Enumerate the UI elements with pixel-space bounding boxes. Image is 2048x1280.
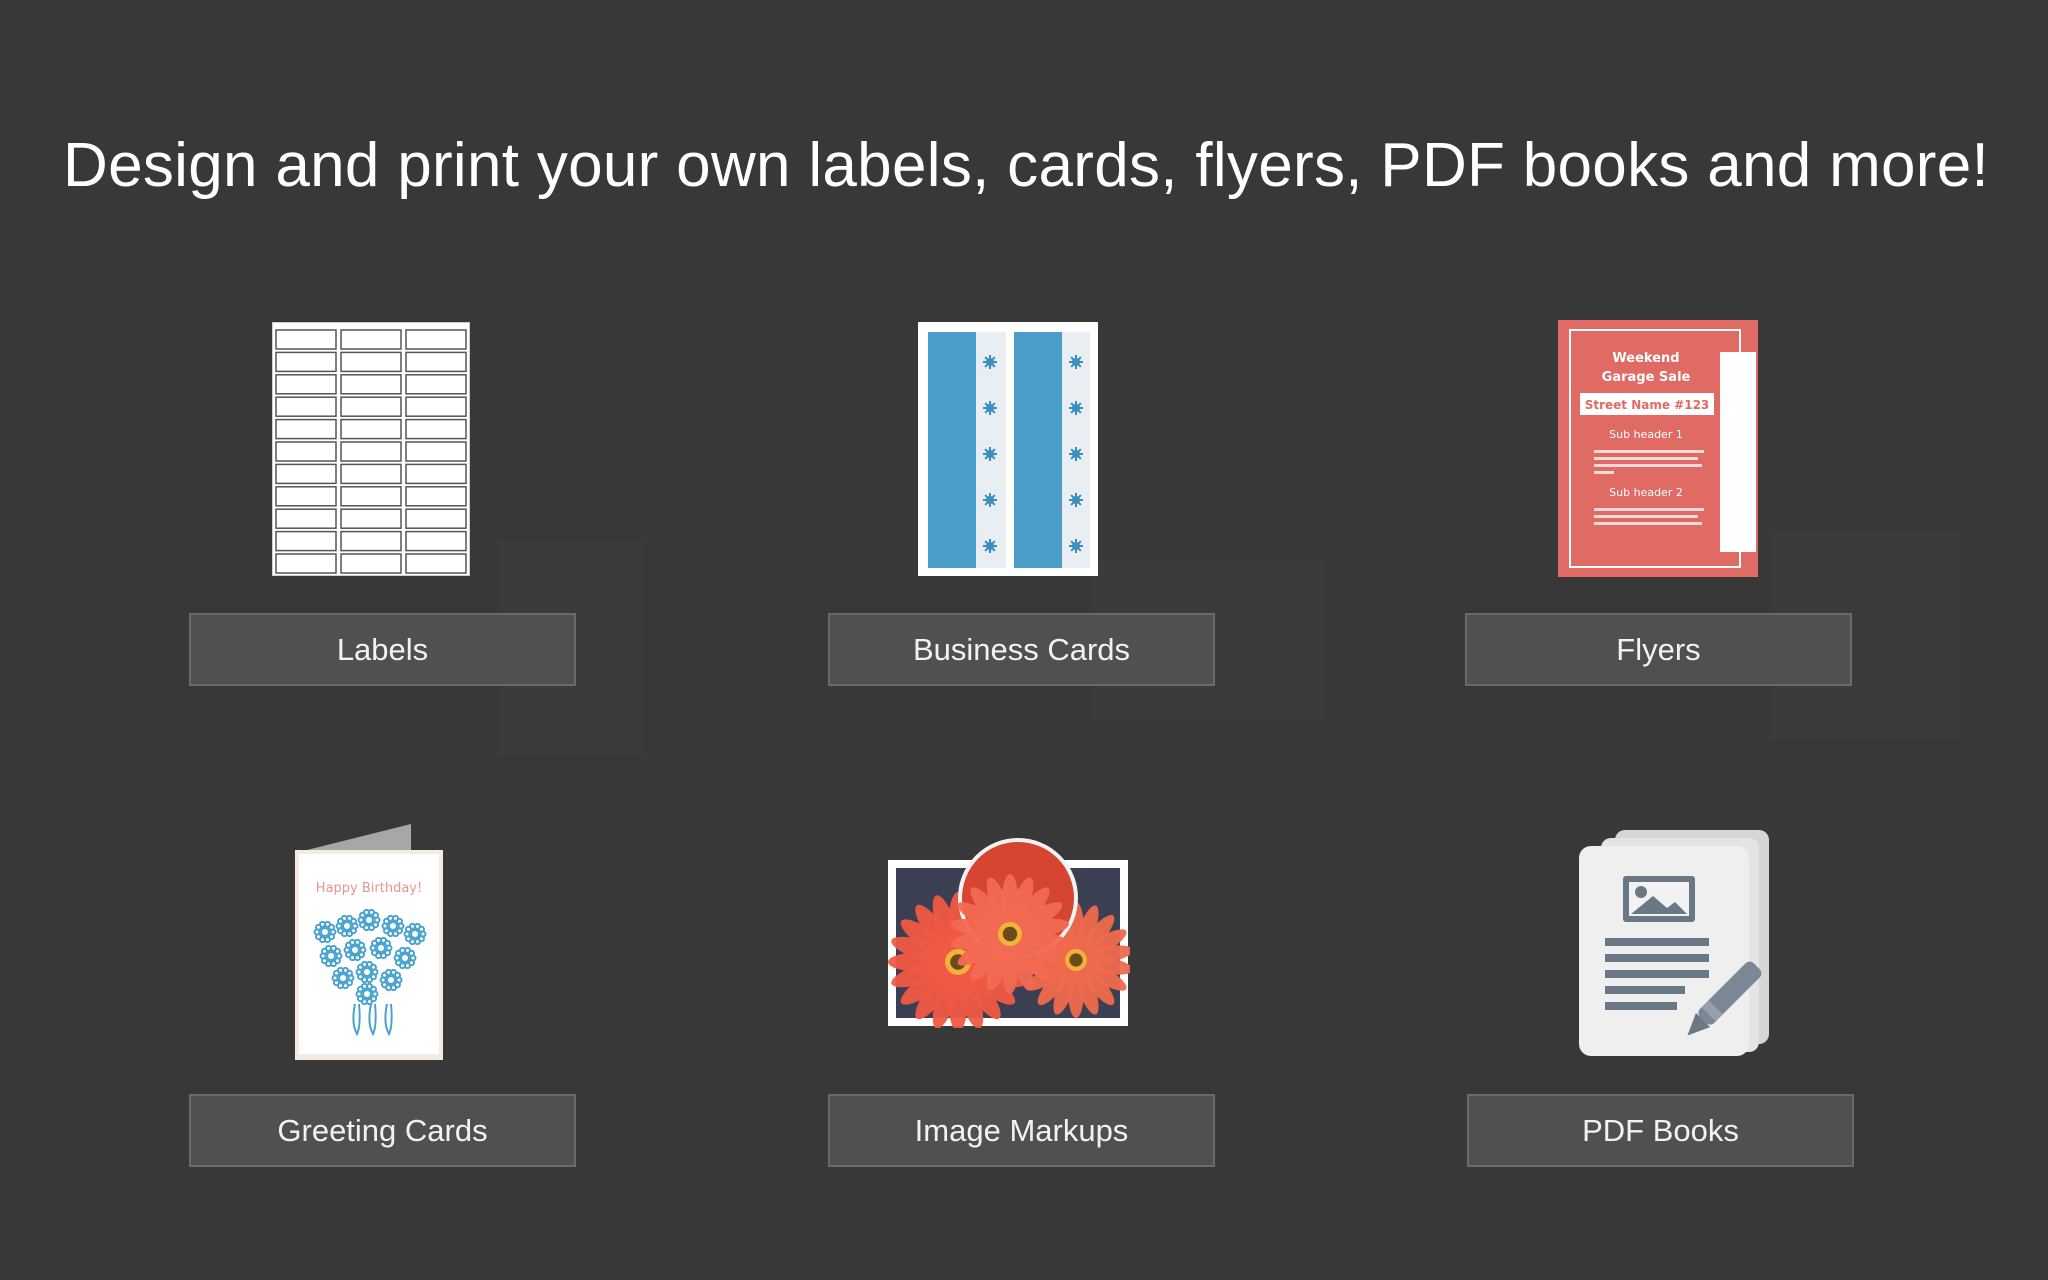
greeting-text: Happy Birthday! — [316, 881, 422, 896]
labels-sheet-icon — [271, 321, 471, 577]
flyer-title-line2: Garage Sale — [1602, 370, 1691, 385]
business-cards-button[interactable]: Business Cards — [828, 613, 1215, 686]
flyer-sub2: Sub header 2 — [1609, 486, 1683, 499]
greeting-card-icon: Happy Birthday! — [293, 822, 449, 1062]
greeting-cards-button[interactable]: Greeting Cards — [189, 1094, 576, 1167]
labels-button[interactable]: Labels — [189, 613, 576, 686]
page-title: Design and print your own labels, cards,… — [63, 130, 1990, 200]
flyer-icon: Weekend Garage Sale Street Name #123 Sub… — [1558, 320, 1758, 577]
image-markup-icon — [886, 832, 1134, 1032]
pdf-book-icon — [1575, 826, 1781, 1058]
business-cards-sheet-icon — [918, 322, 1098, 576]
pdf-books-button[interactable]: PDF Books — [1467, 1094, 1854, 1167]
flyer-sub1: Sub header 1 — [1609, 428, 1683, 441]
flyer-title-line1: Weekend — [1612, 351, 1679, 366]
flyers-button[interactable]: Flyers — [1465, 613, 1852, 686]
flyer-street: Street Name #123 — [1585, 398, 1710, 412]
image-markups-button[interactable]: Image Markups — [828, 1094, 1215, 1167]
